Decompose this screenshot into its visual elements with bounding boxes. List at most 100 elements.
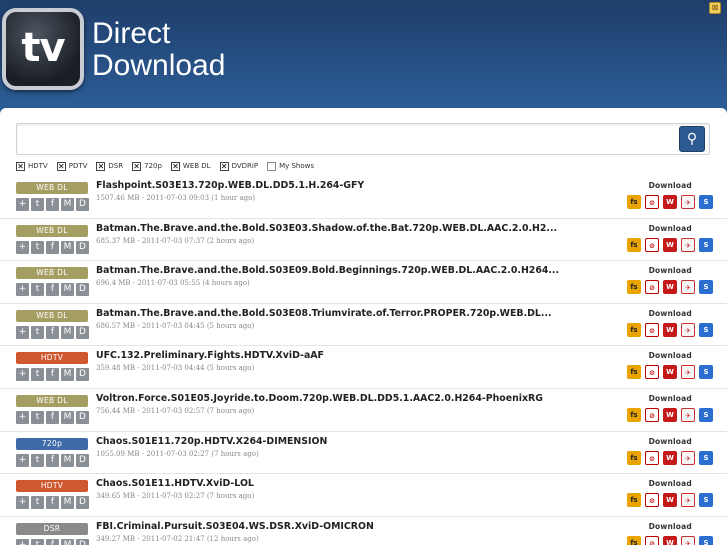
filesonic-icon[interactable]: fs xyxy=(627,195,641,209)
share-plus-icon[interactable]: + xyxy=(16,368,29,382)
uploaded-icon[interactable]: ⊘ xyxy=(645,450,659,465)
release-title[interactable]: UFC.132.Preliminary.Fights.HDTV.XviD-aAF xyxy=(96,350,324,361)
uploaded-icon[interactable]: ⊘ xyxy=(645,493,659,508)
quality-badge[interactable]: WEB DL xyxy=(16,182,88,194)
filter-checkbox[interactable] xyxy=(267,161,277,171)
wupload-icon[interactable]: W xyxy=(663,237,677,252)
site-brand[interactable]: Direct Download xyxy=(92,18,225,82)
digg-icon[interactable]: D xyxy=(76,198,89,211)
hotfile-icon[interactable]: ✈ xyxy=(681,280,695,295)
hotfile-icon[interactable]: ✈ xyxy=(681,450,695,465)
filesonic-icon[interactable]: fs xyxy=(627,535,641,545)
plugin-icon[interactable]: ⊠ xyxy=(709,2,721,14)
filter-checkbox[interactable]: ✕ xyxy=(170,161,180,171)
facebook-icon[interactable]: f xyxy=(46,325,59,339)
share-plus-icon[interactable]: + xyxy=(16,496,29,510)
filesonic-icon[interactable]: fs xyxy=(627,450,641,465)
hotfile-icon[interactable]: ✈ xyxy=(681,195,695,209)
fileserve-icon[interactable]: S xyxy=(699,493,713,508)
facebook-icon[interactable]: f xyxy=(46,410,59,424)
filter-web-dl[interactable]: ✕ WEB DL xyxy=(170,161,211,171)
filter-my-shows[interactable]: My Shows xyxy=(267,161,314,171)
hotfile-icon[interactable]: ✈ xyxy=(681,493,695,508)
facebook-icon[interactable]: f xyxy=(46,283,59,297)
twitter-icon[interactable]: t xyxy=(31,538,44,545)
release-title[interactable]: Batman.The.Brave.and.the.Bold.S03E09.Bol… xyxy=(96,265,559,276)
fileserve-icon[interactable]: S xyxy=(699,280,713,295)
filesonic-icon[interactable]: fs xyxy=(627,322,641,337)
gmail-icon[interactable]: M xyxy=(61,453,74,467)
release-title[interactable]: Batman.The.Brave.and.the.Bold.S03E03.Sha… xyxy=(96,223,557,234)
digg-icon[interactable]: D xyxy=(76,283,89,297)
filter-checkbox[interactable]: ✕ xyxy=(96,161,106,171)
gmail-icon[interactable]: M xyxy=(61,240,74,254)
filter-checkbox[interactable]: ✕ xyxy=(16,161,25,171)
fileserve-icon[interactable]: S xyxy=(699,322,713,337)
fileserve-icon[interactable]: S xyxy=(699,535,713,545)
search-input[interactable] xyxy=(21,128,671,150)
filter-dvdrip[interactable]: ✕ DVDRiP xyxy=(219,161,258,171)
digg-icon[interactable]: D xyxy=(76,368,89,382)
facebook-icon[interactable]: f xyxy=(46,538,59,545)
digg-icon[interactable]: D xyxy=(76,496,89,510)
hotfile-icon[interactable]: ✈ xyxy=(681,407,695,422)
facebook-icon[interactable]: f xyxy=(46,198,59,211)
gmail-icon[interactable]: M xyxy=(61,410,74,424)
filter-checkbox[interactable]: ✕ xyxy=(132,161,142,171)
site-logo[interactable]: tv xyxy=(2,8,84,90)
release-title[interactable]: Flashpoint.S03E13.720p.WEB.DL.DD5.1.H.26… xyxy=(96,180,364,191)
uploaded-icon[interactable]: ⊘ xyxy=(645,195,659,209)
gmail-icon[interactable]: M xyxy=(61,368,74,382)
share-plus-icon[interactable]: + xyxy=(16,240,29,254)
release-title[interactable]: Chaos.S01E11.HDTV.XviD-LOL xyxy=(96,478,254,489)
twitter-icon[interactable]: t xyxy=(31,198,44,211)
wupload-icon[interactable]: W xyxy=(663,280,677,295)
search-button[interactable]: ⚲ xyxy=(679,126,705,152)
share-plus-icon[interactable]: + xyxy=(16,453,29,467)
filesonic-icon[interactable]: fs xyxy=(627,407,641,422)
digg-icon[interactable]: D xyxy=(76,538,89,545)
digg-icon[interactable]: D xyxy=(76,325,89,339)
filesonic-icon[interactable]: fs xyxy=(627,493,641,508)
filesonic-icon[interactable]: fs xyxy=(627,365,641,380)
share-plus-icon[interactable]: + xyxy=(16,283,29,297)
twitter-icon[interactable]: t xyxy=(31,453,44,467)
share-plus-icon[interactable]: + xyxy=(16,325,29,339)
filter-checkbox[interactable]: ✕ xyxy=(219,161,229,171)
twitter-icon[interactable]: t xyxy=(31,325,44,339)
release-title[interactable]: FBI.Criminal.Pursuit.S03E04.WS.DSR.XviD-… xyxy=(96,521,374,532)
facebook-icon[interactable]: f xyxy=(46,453,59,467)
facebook-icon[interactable]: f xyxy=(46,368,59,382)
twitter-icon[interactable]: t xyxy=(31,410,44,424)
wupload-icon[interactable]: W xyxy=(663,407,677,422)
wupload-icon[interactable]: W xyxy=(663,322,677,337)
filter-pdtv[interactable]: ✕ PDTV xyxy=(56,161,87,171)
fileserve-icon[interactable]: S xyxy=(699,195,713,209)
wupload-icon[interactable]: W xyxy=(663,493,677,508)
quality-badge[interactable]: HDTV xyxy=(16,480,88,493)
fileserve-icon[interactable]: S xyxy=(699,407,713,422)
quality-badge[interactable]: 720p xyxy=(16,437,88,450)
fileserve-icon[interactable]: S xyxy=(699,237,713,252)
gmail-icon[interactable]: M xyxy=(61,198,74,211)
release-title[interactable]: Chaos.S01E11.720p.HDTV.X264-DIMENSION xyxy=(96,436,327,447)
filter-720p[interactable]: ✕ 720p xyxy=(132,161,162,171)
uploaded-icon[interactable]: ⊘ xyxy=(645,535,659,545)
uploaded-icon[interactable]: ⊘ xyxy=(645,237,659,252)
share-plus-icon[interactable]: + xyxy=(16,410,29,424)
gmail-icon[interactable]: M xyxy=(61,496,74,510)
twitter-icon[interactable]: t xyxy=(31,368,44,382)
quality-badge[interactable]: WEB DL xyxy=(16,394,88,407)
wupload-icon[interactable]: W xyxy=(663,535,677,545)
twitter-icon[interactable]: t xyxy=(31,240,44,254)
uploaded-icon[interactable]: ⊘ xyxy=(645,365,659,380)
facebook-icon[interactable]: f xyxy=(46,496,59,510)
facebook-icon[interactable]: f xyxy=(46,240,59,254)
filter-hdtv[interactable]: ✕ HDTV xyxy=(16,161,48,171)
share-plus-icon[interactable]: + xyxy=(16,538,29,545)
wupload-icon[interactable]: W xyxy=(663,365,677,380)
filesonic-icon[interactable]: fs xyxy=(627,280,641,295)
filesonic-icon[interactable]: fs xyxy=(627,237,641,252)
twitter-icon[interactable]: t xyxy=(31,283,44,297)
hotfile-icon[interactable]: ✈ xyxy=(681,535,695,545)
